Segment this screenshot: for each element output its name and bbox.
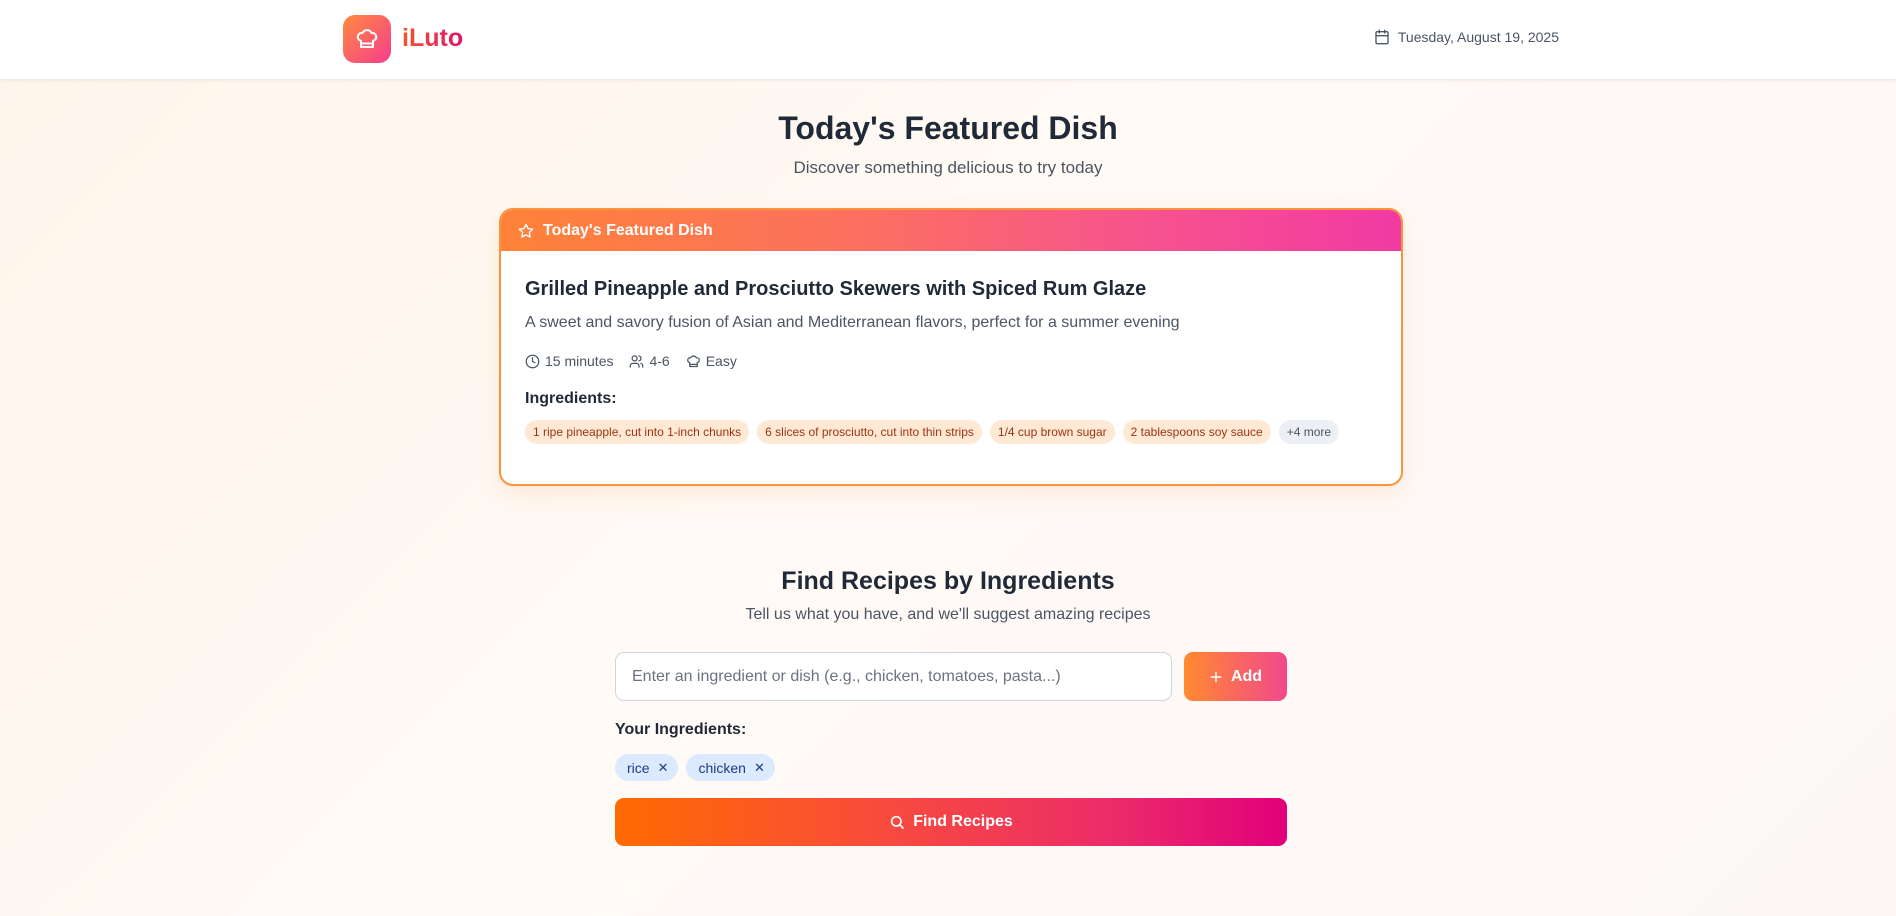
selected-ingredients: rice ✕ chicken ✕ (615, 754, 775, 781)
clock-icon (525, 354, 540, 368)
servings: 4-6 (629, 353, 670, 369)
ingredient-chip: chicken ✕ (686, 754, 775, 781)
find-button-label: Find Recipes (913, 813, 1013, 830)
plus-icon (1210, 671, 1222, 682)
cook-time: 15 minutes (525, 353, 613, 369)
remove-chip-icon[interactable]: ✕ (754, 761, 765, 774)
app-logo[interactable] (343, 15, 391, 63)
ingredient-tag: 1/4 cup brown sugar (989, 420, 1115, 444)
ingredient-input[interactable] (615, 652, 1172, 701)
featured-banner: Today's Featured Dish (501, 210, 1401, 251)
dish-meta: 15 minutes 4-6 Easy (525, 353, 737, 369)
date-text: Tuesday, August 19, 2025 (1397, 29, 1559, 45)
difficulty-text: Easy (705, 353, 737, 369)
difficulty: Easy (686, 353, 737, 369)
add-ingredient-button[interactable]: Add (1184, 652, 1287, 701)
chef-hat-icon (686, 354, 700, 367)
featured-dish-card[interactable]: Today's Featured Dish Grilled Pineapple … (499, 208, 1403, 486)
add-button-label: Add (1230, 667, 1263, 685)
ingredient-tags: 1 ripe pineapple, cut into 1-inch chunks… (525, 420, 1340, 444)
find-recipes-button[interactable]: Find Recipes (615, 798, 1287, 846)
ingredient-tag: 1 ripe pineapple, cut into 1-inch chunks (525, 420, 750, 444)
cook-time-text: 15 minutes (545, 353, 614, 369)
remove-chip-icon[interactable]: ✕ (658, 761, 669, 774)
ingredient-tag: 6 slices of prosciutto, cut into thin st… (757, 420, 982, 444)
chef-hat-icon (356, 29, 378, 48)
current-date: Tuesday, August 19, 2025 (1374, 29, 1559, 45)
dish-description: A sweet and savory fusion of Asian and M… (525, 314, 1180, 331)
ingredient-tag: 2 tablespoons soy sauce (1122, 420, 1271, 444)
banner-label: Today's Featured Dish (543, 221, 713, 239)
calendar-icon (1375, 29, 1389, 45)
finder-subtitle: Tell us what you have, and we'll suggest… (745, 606, 1151, 623)
search-icon (891, 815, 905, 829)
finder-title: Find Recipes by Ingredients (781, 567, 1115, 595)
users-icon (630, 354, 644, 368)
ingredient-chip: rice ✕ (615, 754, 679, 781)
chip-label: rice (627, 759, 650, 776)
your-ingredients-label: Your Ingredients: (615, 721, 747, 738)
page-subtitle: Discover something delicious to try toda… (793, 158, 1103, 177)
app-name[interactable]: iLuto (402, 24, 463, 53)
more-ingredients-tag[interactable]: +4 more (1278, 420, 1340, 444)
ingredients-label: Ingredients: (525, 390, 617, 407)
page-title: Today's Featured Dish (778, 110, 1118, 146)
servings-text: 4-6 (649, 353, 670, 369)
chip-label: chicken (698, 759, 746, 776)
top-header: iLuto Tuesday, August 19, 2025 (0, 0, 1896, 80)
dish-title[interactable]: Grilled Pineapple and Prosciutto Skewers… (525, 278, 1146, 301)
star-icon (518, 223, 534, 238)
